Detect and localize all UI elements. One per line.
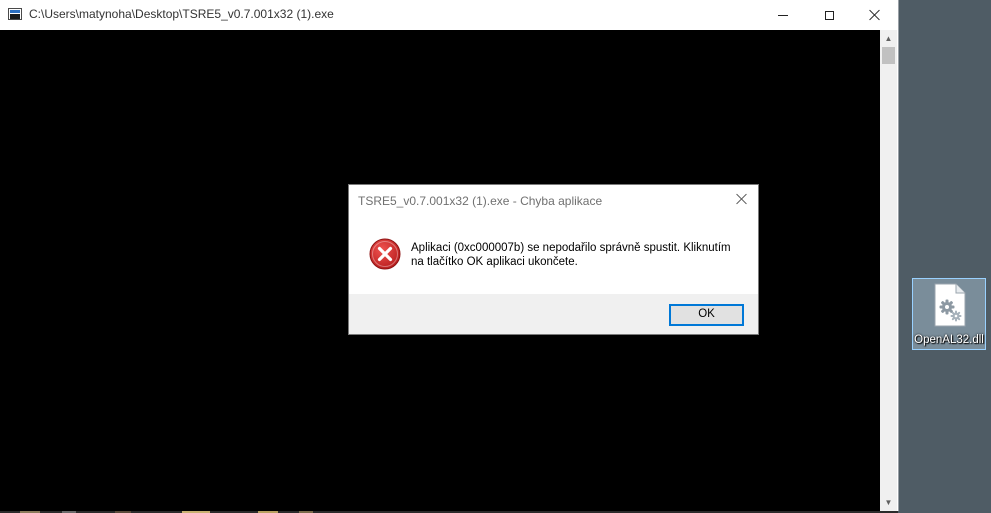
desktop-file-openal32-dll[interactable]: OpenAL32.dll bbox=[912, 278, 986, 350]
error-message: Aplikaci (0xc000007b) se nepodařilo sprá… bbox=[411, 241, 741, 269]
console-app-icon bbox=[8, 8, 22, 20]
console-window-title: C:\Users\matynoha\Desktop\TSRE5_v0.7.001… bbox=[29, 7, 334, 21]
minimize-button[interactable] bbox=[760, 0, 806, 30]
dll-settings-file-icon bbox=[934, 283, 966, 327]
scrollbar-thumb[interactable] bbox=[882, 47, 895, 64]
error-icon bbox=[369, 238, 401, 270]
minimize-icon bbox=[778, 14, 788, 16]
error-dialog: TSRE5_v0.7.001x32 (1).exe - Chyba aplika… bbox=[348, 184, 759, 335]
console-title-bar[interactable]: C:\Users\matynoha\Desktop\TSRE5_v0.7.001… bbox=[0, 0, 898, 30]
scroll-up-arrow-icon[interactable]: ▲ bbox=[880, 30, 897, 47]
ok-button[interactable]: OK bbox=[669, 304, 744, 326]
maximize-icon bbox=[824, 10, 834, 20]
dialog-button-row: OK bbox=[349, 294, 758, 334]
dialog-title: TSRE5_v0.7.001x32 (1).exe - Chyba aplika… bbox=[358, 194, 603, 208]
close-button[interactable] bbox=[852, 0, 898, 30]
error-message-line-2: na tlačítko OK aplikaci ukončete. bbox=[411, 256, 578, 268]
vertical-scrollbar[interactable]: ▲ ▼ bbox=[880, 30, 897, 511]
error-message-line-1: Aplikaci (0xc000007b) se nepodařilo sprá… bbox=[411, 242, 731, 254]
desktop-file-label: OpenAL32.dll bbox=[914, 334, 984, 346]
scroll-down-arrow-icon[interactable]: ▼ bbox=[880, 494, 897, 511]
dialog-close-icon[interactable] bbox=[734, 191, 750, 207]
close-icon bbox=[869, 9, 881, 21]
maximize-button[interactable] bbox=[806, 0, 852, 30]
